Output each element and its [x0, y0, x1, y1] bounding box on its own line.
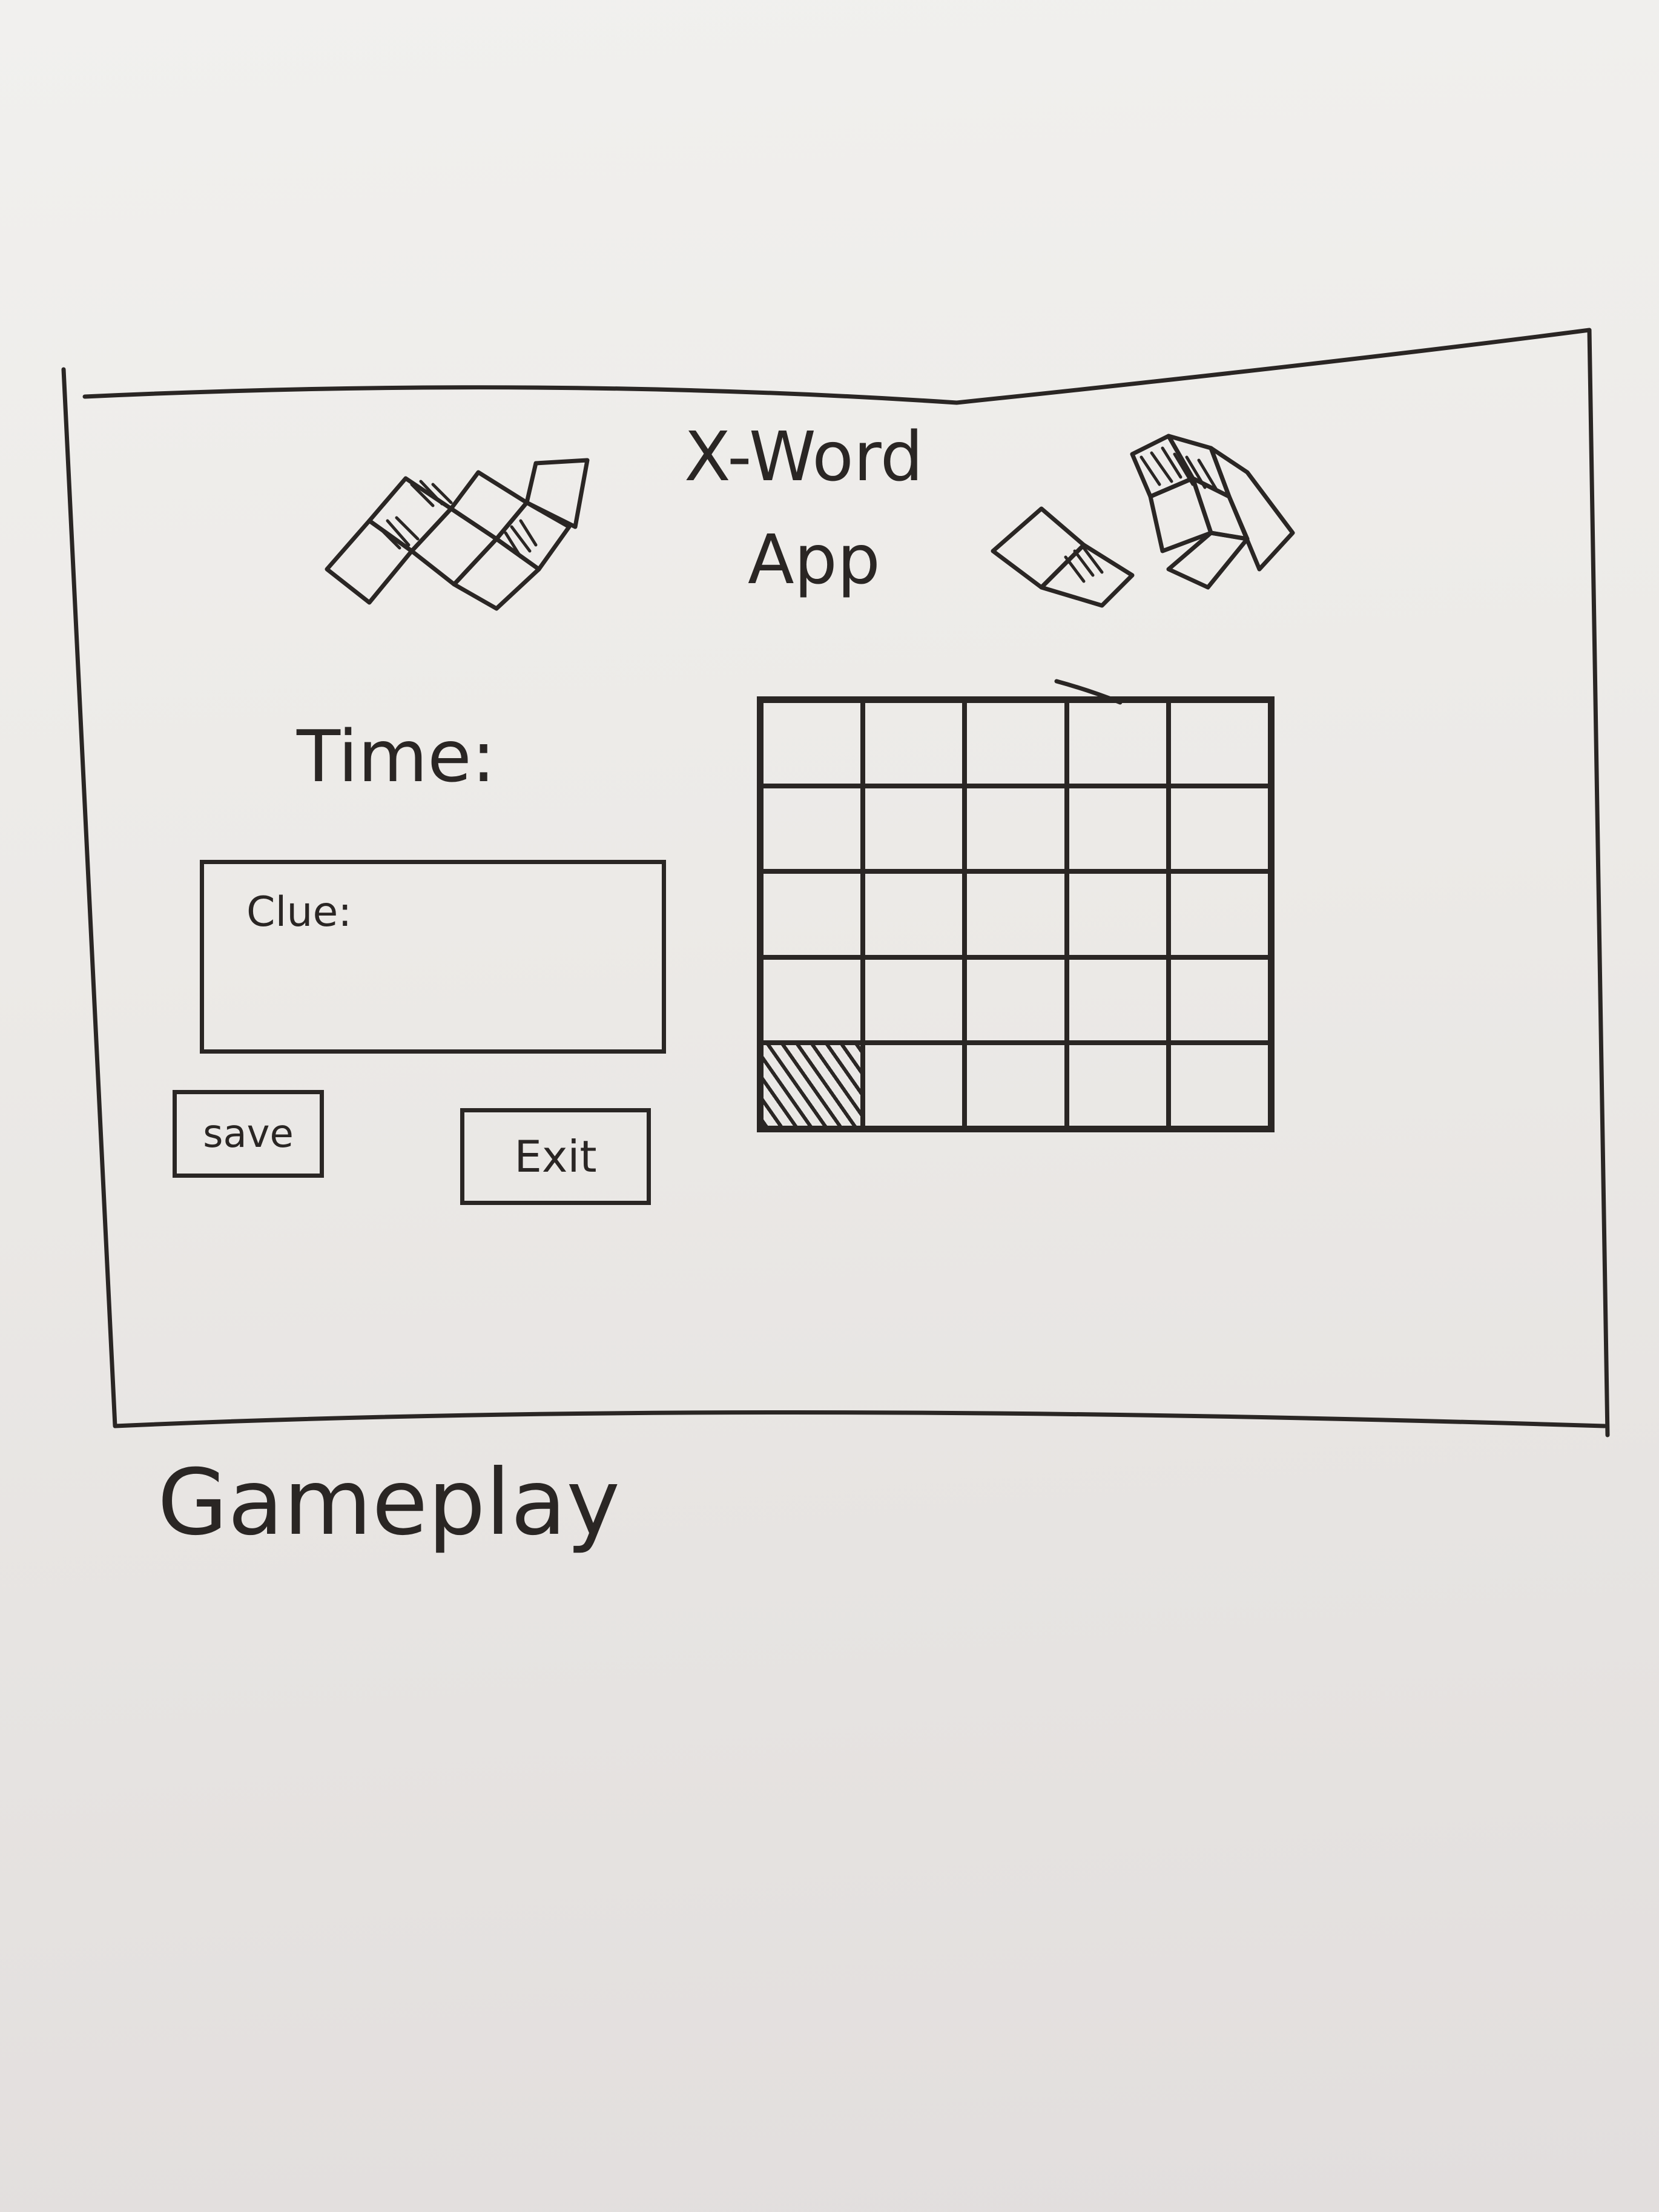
grid-cell[interactable]	[965, 1042, 1067, 1128]
crossword-logo-icon-left	[325, 458, 590, 611]
grid-cell-black	[761, 1042, 863, 1128]
crossword-grid[interactable]	[757, 696, 1275, 1132]
save-button-label: save	[203, 1111, 294, 1157]
grid-cell[interactable]	[1168, 1042, 1270, 1128]
clue-label: Clue:	[246, 888, 352, 936]
exit-button-label: Exit	[514, 1131, 597, 1182]
grid-cell[interactable]	[965, 871, 1067, 957]
screen-caption: Gameplay	[157, 1450, 621, 1556]
grid-cell[interactable]	[1168, 786, 1270, 872]
grid-cell[interactable]	[1168, 701, 1270, 787]
grid-cell[interactable]	[761, 701, 863, 787]
grid-cell[interactable]	[1066, 1042, 1169, 1128]
app-title-line2: App	[748, 521, 880, 599]
grid-cell[interactable]	[1168, 957, 1270, 1043]
grid-cell[interactable]	[761, 786, 863, 872]
grid-cell[interactable]	[863, 957, 965, 1043]
grid-cell[interactable]	[1168, 871, 1270, 957]
grid-cell[interactable]	[965, 701, 1067, 787]
grid-cell[interactable]	[863, 786, 965, 872]
save-button[interactable]: save	[173, 1090, 324, 1178]
app-title-line1: X-Word	[684, 418, 923, 497]
timer-label: Time:	[297, 715, 496, 798]
grid-cell[interactable]	[761, 957, 863, 1043]
grid-cell[interactable]	[1066, 701, 1169, 787]
grid-cell[interactable]	[761, 871, 863, 957]
grid-cell[interactable]	[863, 871, 965, 957]
grid-cell[interactable]	[1066, 871, 1169, 957]
grid-cell[interactable]	[863, 701, 965, 787]
grid-cell[interactable]	[1066, 957, 1169, 1043]
grid-cell[interactable]	[863, 1042, 965, 1128]
crossword-logo-icon-right	[991, 434, 1295, 608]
clue-panel: Clue:	[200, 860, 666, 1054]
exit-button[interactable]: Exit	[460, 1108, 651, 1205]
grid-cell[interactable]	[1066, 786, 1169, 872]
grid-cell[interactable]	[965, 957, 1067, 1043]
grid-cell[interactable]	[965, 786, 1067, 872]
